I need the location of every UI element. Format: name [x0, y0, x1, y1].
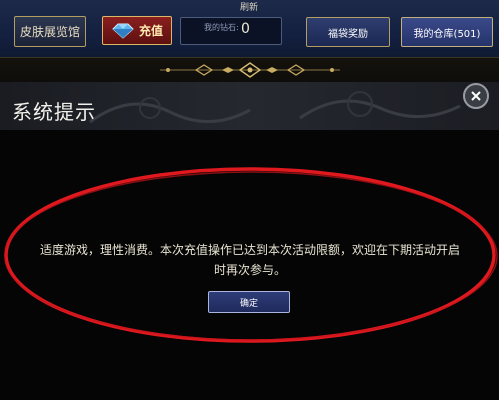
gem-icon [112, 23, 134, 39]
close-icon [471, 91, 481, 101]
recharge-label: 充值 [138, 24, 163, 38]
diamond-label: 我的钻石: [204, 23, 239, 32]
skin-hall-button[interactable]: 皮肤展览馆 [14, 16, 86, 47]
recharge-button[interactable]: 充值 [102, 16, 172, 45]
diamond-balance: 我的钻石: 0 [180, 17, 282, 45]
confirm-button[interactable]: 确定 [208, 291, 290, 313]
warehouse-button[interactable]: 我的仓库(501) [401, 17, 493, 47]
dialog-message: 适度游戏，理性消费。本次充值操作已达到本次活动限额，欢迎在下期活动开启时再次参与… [40, 243, 461, 277]
ornament-divider [0, 58, 499, 82]
diamond-value: 0 [241, 21, 250, 37]
lucky-bag-button[interactable]: 福袋奖励 [306, 17, 390, 47]
close-button[interactable] [463, 83, 489, 109]
ornament-chain-icon [160, 62, 340, 78]
refresh-label[interactable]: 刷新 [240, 0, 258, 13]
top-bar: 刷新 皮肤展览馆 充值 我的钻石: 0 福袋奖励 我的仓库(501) [0, 0, 499, 58]
dialog-title: 系统提示 [12, 100, 96, 124]
